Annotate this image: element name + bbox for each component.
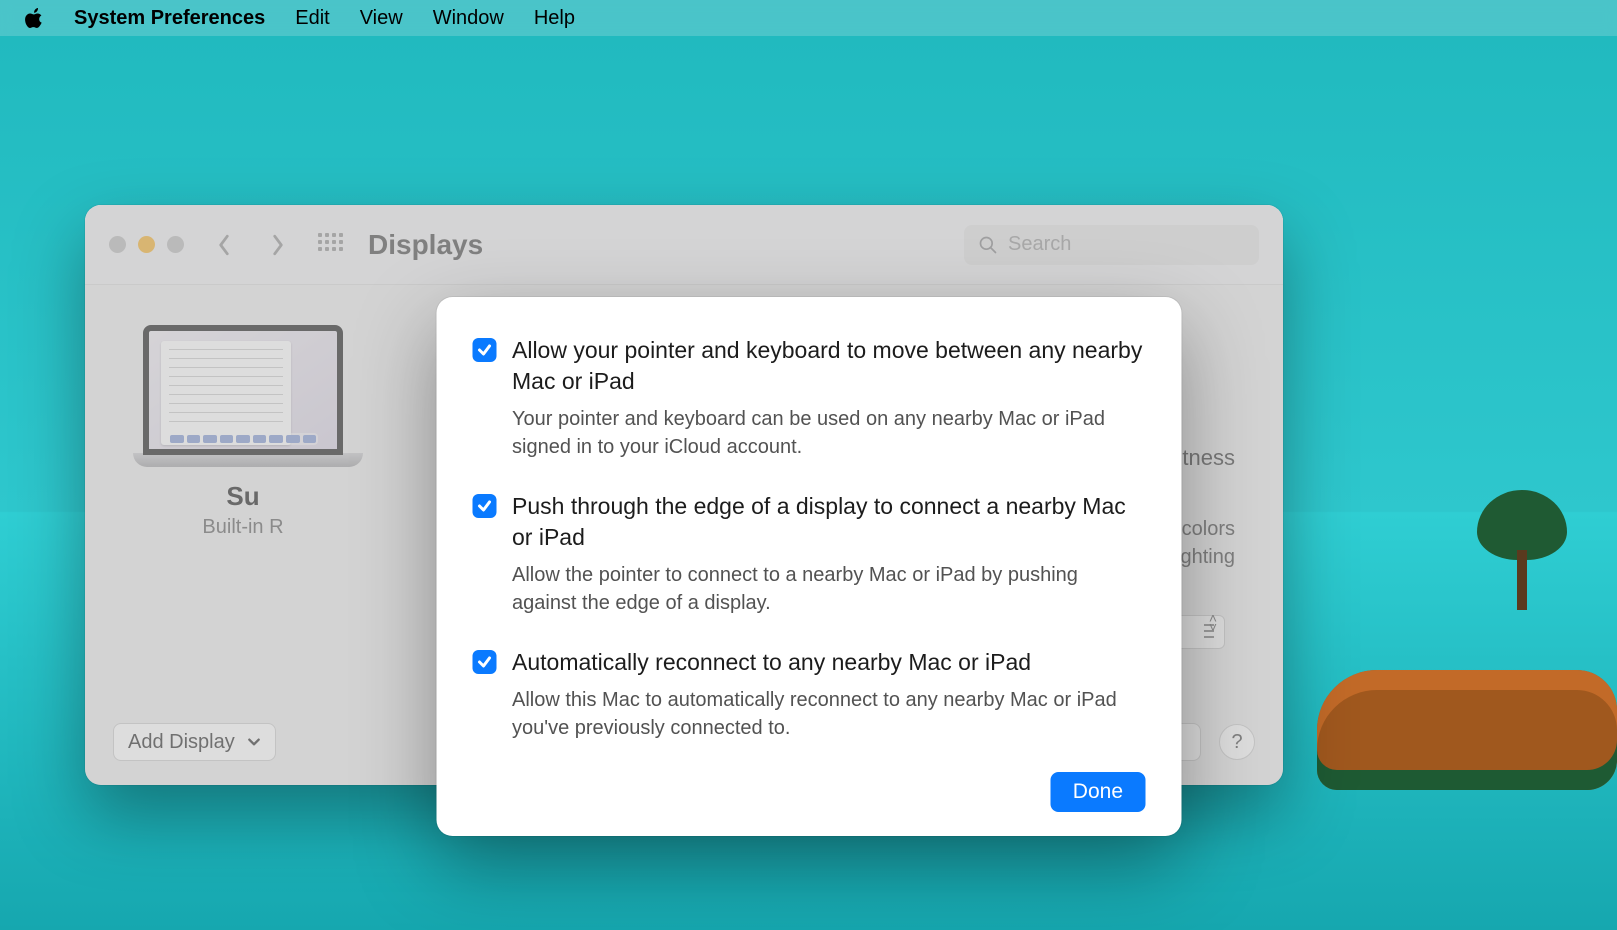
display-name-label: Su [113, 481, 373, 512]
option-push-edge: Push through the edge of a display to co… [472, 491, 1145, 617]
option-label: Allow your pointer and keyboard to move … [512, 335, 1145, 397]
nav-back-button[interactable] [210, 231, 238, 259]
window-title: Displays [368, 229, 483, 261]
option-label: Automatically reconnect to any nearby Ma… [512, 647, 1145, 678]
menu-bar: System Preferences Edit View Window Help [0, 0, 1617, 36]
checkbox-auto-reconnect[interactable] [472, 650, 496, 674]
menu-window[interactable]: Window [433, 7, 504, 30]
menu-help[interactable]: Help [534, 7, 575, 30]
window-zoom-button[interactable] [167, 236, 184, 253]
add-display-label: Add Display [128, 731, 235, 754]
done-button[interactable]: Done [1051, 772, 1145, 812]
universal-control-sheet: Allow your pointer and keyboard to move … [436, 297, 1181, 836]
option-auto-reconnect: Automatically reconnect to any nearby Ma… [472, 647, 1145, 742]
chevron-down-icon [247, 735, 261, 749]
window-minimize-button[interactable] [138, 236, 155, 253]
window-close-button[interactable] [109, 236, 126, 253]
help-label: ? [1231, 731, 1242, 754]
laptop-illustration [133, 325, 353, 467]
window-titlebar: Displays [85, 205, 1283, 285]
search-icon [978, 235, 998, 255]
search-input[interactable] [1008, 233, 1245, 256]
search-field[interactable] [964, 225, 1259, 265]
option-label: Push through the edge of a display to co… [512, 491, 1145, 553]
display-sub-label: Built-in R [113, 516, 373, 539]
checkbox-allow-pointer[interactable] [472, 338, 496, 362]
help-button[interactable]: ? [1219, 724, 1255, 760]
display-preview: Su Built-in R [113, 315, 373, 755]
option-desc: Allow the pointer to connect to a nearby… [512, 561, 1145, 617]
apple-logo-icon[interactable] [24, 7, 44, 29]
option-desc: Allow this Mac to automatically reconnec… [512, 686, 1145, 742]
menu-app-name[interactable]: System Preferences [74, 7, 265, 30]
menu-view[interactable]: View [360, 7, 403, 30]
add-display-button[interactable]: Add Display [113, 723, 276, 761]
chevron-up-down-icon: ˄˅ [1209, 614, 1217, 632]
window-controls [109, 236, 184, 253]
checkbox-push-edge[interactable] [472, 494, 496, 518]
menu-edit[interactable]: Edit [295, 7, 329, 30]
option-allow-pointer: Allow your pointer and keyboard to move … [472, 335, 1145, 461]
option-desc: Your pointer and keyboard can be used on… [512, 405, 1145, 461]
nav-forward-button[interactable] [264, 231, 292, 259]
show-all-icon[interactable] [318, 233, 342, 257]
